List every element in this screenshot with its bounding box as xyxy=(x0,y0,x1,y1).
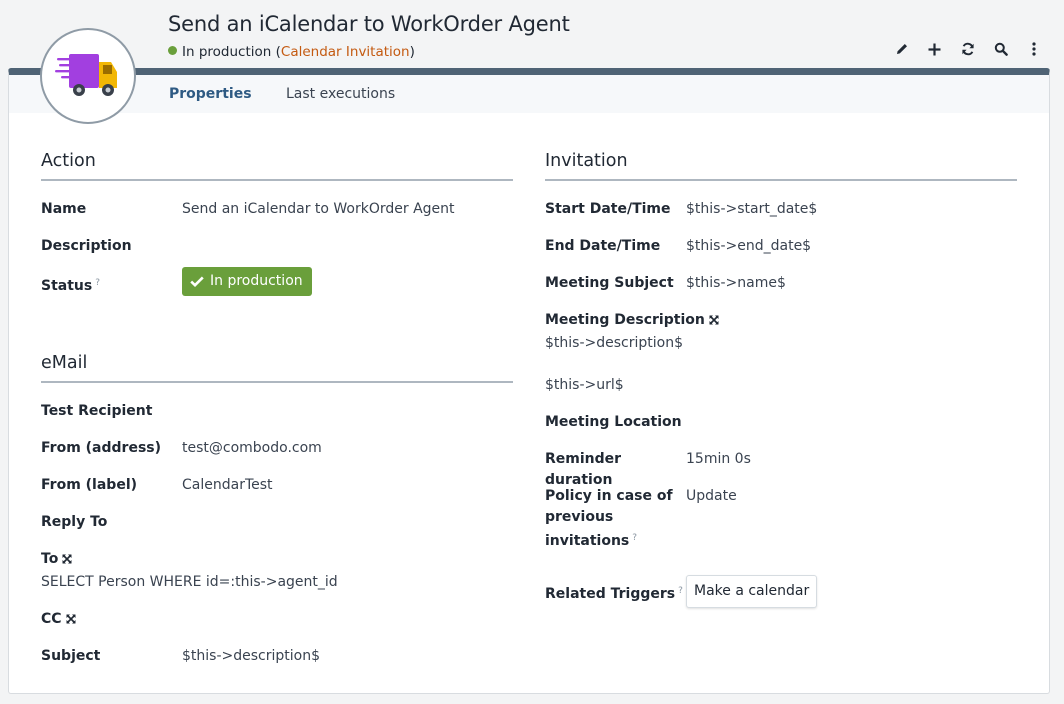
field-label: Policy in case of previous invitations? xyxy=(545,486,685,552)
pencil-icon xyxy=(896,44,907,54)
status-badge: In production xyxy=(182,267,312,296)
field-label-text: invitations xyxy=(545,533,630,549)
field-label: Name xyxy=(41,201,87,217)
delivery-truck-icon xyxy=(55,54,117,96)
field-label: To xyxy=(41,549,513,570)
details-card: Properties Last executions Action Name S… xyxy=(8,68,1050,694)
page-header: Send an iCalendar to WorkOrder Agent In … xyxy=(0,0,1064,76)
tab-last-executions[interactable]: Last executions xyxy=(286,86,395,102)
field-reply-to: Reply To xyxy=(41,512,513,549)
field-meeting-description: Meeting Description $this->description$ … xyxy=(545,310,1017,412)
search-button[interactable] xyxy=(984,38,1017,60)
left-column: Action Name Send an iCalendar to WorkOrd… xyxy=(41,151,513,683)
field-test-recipient: Test Recipient xyxy=(41,401,513,438)
right-column: Invitation Start Date/Time $this->start_… xyxy=(545,151,1017,618)
field-label: Meeting Description xyxy=(545,310,1017,331)
field-subject: Subject $this->description$ xyxy=(41,646,513,683)
refresh-icon xyxy=(961,42,974,56)
expand-icon[interactable] xyxy=(62,554,72,564)
field-label: Subject xyxy=(41,648,101,664)
field-label: From (address) xyxy=(41,440,162,456)
paren-close: ) xyxy=(409,44,415,60)
field-end-datetime: End Date/Time $this->end_date$ xyxy=(545,236,1017,273)
field-from-address: From (address) test@combodo.com xyxy=(41,438,513,475)
field-label: End Date/Time xyxy=(545,238,661,254)
expand-icon[interactable] xyxy=(65,614,76,624)
more-actions-button[interactable] xyxy=(1017,38,1050,60)
field-value-line-1: $this->description$ xyxy=(545,335,683,351)
field-label: Related Triggers? xyxy=(545,581,685,605)
field-label: Reply To xyxy=(41,514,108,530)
field-value: $this->end_date$ xyxy=(686,238,812,254)
field-meeting-location: Meeting Location xyxy=(545,412,1017,449)
field-value: 15min 0s xyxy=(686,451,751,467)
check-icon xyxy=(190,276,204,287)
page-title: Send an iCalendar to WorkOrder Agent xyxy=(168,12,570,36)
field-label: From (label) xyxy=(41,477,138,493)
header-status: In production (Calendar Invitation) xyxy=(168,44,415,60)
field-label-text: CC xyxy=(41,611,62,627)
help-icon[interactable]: ? xyxy=(632,533,637,543)
refresh-button[interactable] xyxy=(951,38,984,60)
field-value-line-2: $this->url$ xyxy=(545,377,624,393)
field-value: $this->name$ xyxy=(686,275,786,291)
toolbar xyxy=(885,38,1050,60)
field-value: SELECT Person WHERE id=:this->agent_id xyxy=(41,574,338,590)
field-related-triggers: Related Triggers? Make a calendar xyxy=(545,575,1017,618)
field-label-text: Related Triggers xyxy=(545,586,676,602)
status-dot-icon xyxy=(168,46,177,55)
field-value: CalendarTest xyxy=(182,477,273,493)
field-value: $this->description$ xyxy=(182,648,320,664)
field-to: To SELECT Person WHERE id=:this->agent_i… xyxy=(41,549,513,609)
object-avatar xyxy=(40,28,136,124)
status-badge-text: In production xyxy=(210,273,303,289)
edit-button[interactable] xyxy=(885,38,918,60)
field-label-text: To xyxy=(41,551,59,567)
field-value: $this->start_date$ xyxy=(686,201,818,217)
help-icon[interactable]: ? xyxy=(678,586,683,596)
field-reminder-duration: Reminder duration 15min 0s xyxy=(545,449,1017,488)
field-label: Reminder duration xyxy=(545,451,622,488)
section-title-action: Action xyxy=(41,151,513,181)
field-value: Update xyxy=(686,488,737,504)
class-name-link[interactable]: Calendar Invitation xyxy=(281,44,410,60)
field-label-text: Status xyxy=(41,278,93,294)
field-label: Status? xyxy=(41,273,181,297)
new-button[interactable] xyxy=(918,38,951,60)
more-icon xyxy=(1031,42,1036,56)
field-from-label: From (label) CalendarTest xyxy=(41,475,513,512)
field-start-datetime: Start Date/Time $this->start_date$ xyxy=(545,199,1017,236)
field-label: CC xyxy=(41,609,513,630)
header-status-text: In production xyxy=(182,44,272,60)
field-status: Status? In production xyxy=(41,267,513,337)
field-value: test@combodo.com xyxy=(182,440,322,456)
trigger-make-a-calendar-button[interactable]: Make a calendar xyxy=(686,575,818,608)
section-title-invitation: Invitation xyxy=(545,151,1017,181)
tab-properties[interactable]: Properties xyxy=(169,86,252,102)
status-value: In production xyxy=(182,267,312,296)
field-cc: CC xyxy=(41,609,513,646)
field-label-text: Meeting Description xyxy=(545,312,705,328)
field-label: Start Date/Time xyxy=(545,201,671,217)
field-value: Make a calendar xyxy=(686,575,818,608)
field-name: Name Send an iCalendar to WorkOrder Agen… xyxy=(41,199,513,236)
field-label: Meeting Subject xyxy=(545,275,674,291)
field-meeting-subject: Meeting Subject $this->name$ xyxy=(545,273,1017,310)
tab-bar: Properties Last executions xyxy=(9,75,1049,113)
field-label: Description xyxy=(41,238,132,254)
search-icon xyxy=(994,42,1008,56)
section-title-email: eMail xyxy=(41,353,513,383)
field-label: Meeting Location xyxy=(545,414,682,430)
field-label-line: previous xyxy=(545,509,614,525)
field-label-line: Policy in case of xyxy=(545,488,673,504)
field-label-line: invitations? xyxy=(545,528,685,552)
help-icon[interactable]: ? xyxy=(95,278,100,288)
field-policy: Policy in case of previous invitations? … xyxy=(545,486,1017,581)
expand-icon[interactable] xyxy=(709,315,719,325)
plus-icon xyxy=(928,43,941,55)
field-label: Test Recipient xyxy=(41,403,153,419)
field-value: Send an iCalendar to WorkOrder Agent xyxy=(182,201,455,217)
